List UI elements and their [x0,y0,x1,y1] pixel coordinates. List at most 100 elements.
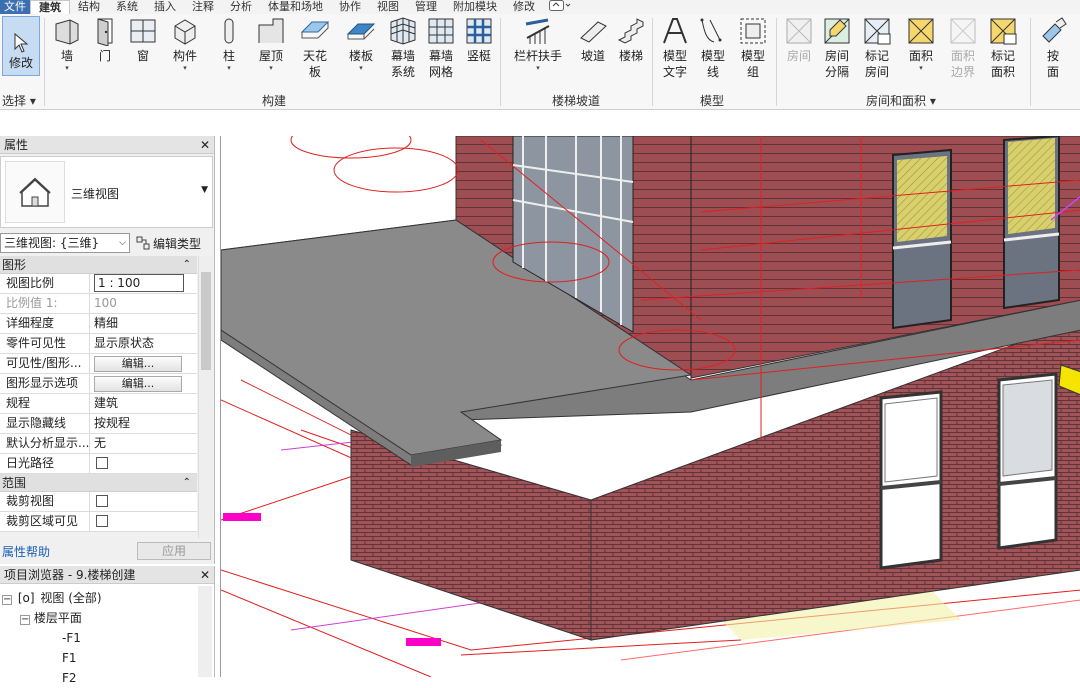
model-group-button[interactable]: 模型 组 [738,16,768,80]
ceiling-button[interactable]: 天花板 [298,16,332,80]
group-extents[interactable]: 范围 ⌃ [0,474,197,492]
tree-node-views[interactable]: − [o] 视图 (全部) [0,588,198,608]
roof-button[interactable]: 屋顶 ▾ [256,16,286,72]
panel-select-title[interactable]: 选择 ▾ [2,92,36,109]
browser-scrollbar[interactable] [198,586,212,677]
door-button[interactable]: 门 [90,16,120,64]
separator [44,18,45,106]
menu-analyze[interactable]: 分析 [222,0,260,14]
room-button[interactable]: 房间 [784,16,814,64]
menu-view[interactable]: 视图 [369,0,407,14]
area-button[interactable]: 面积 ▾ [906,16,936,72]
checkbox[interactable] [96,457,108,469]
scroll-thumb[interactable] [201,272,211,370]
chevron-down-icon[interactable]: ▼ [201,185,208,195]
tree-node-level[interactable]: F2 [0,668,198,688]
wall-button[interactable]: 墙 ▾ [52,16,82,72]
separator [776,18,777,106]
by-face-button[interactable]: 按 面 [1038,16,1068,80]
modify-button[interactable]: 修改 [2,16,40,76]
property-row[interactable]: 详细程度 精细 [0,314,197,334]
property-value[interactable]: 编辑... [90,374,197,393]
property-row[interactable]: 默认分析显示... 无 [0,434,197,454]
panel-room-title[interactable]: 房间和面积 ▾ [866,92,936,109]
edit-button[interactable]: 编辑... [94,376,182,392]
property-row: 比例值 1: 100 [0,294,197,314]
close-icon[interactable]: ✕ [200,138,210,152]
group-extents-label: 范围 [2,476,27,490]
curtain-system-button[interactable]: 幕墙 系统 [388,16,418,80]
column-button[interactable]: 柱 ▾ [214,16,244,72]
ribbon-toggle-icon[interactable] [543,0,577,14]
property-key: 裁剪区域可见 [0,512,90,531]
properties-help-link[interactable]: 属性帮助 [2,543,50,560]
mullion-button[interactable]: 竖梃 [464,16,494,64]
tree-node-floor-plans[interactable]: − 楼层平面 [0,608,198,628]
menu-insert[interactable]: 插入 [146,0,184,14]
tree-node-level[interactable]: F1 [0,648,198,668]
tree-node-label: 楼层平面 [33,611,82,625]
property-value[interactable]: 编辑... [90,354,197,373]
3d-viewport[interactable] [220,136,1080,677]
tag-area-button[interactable]: 标记 面积 [988,16,1018,80]
property-row[interactable]: 图形显示选项 编辑... [0,374,197,394]
property-row[interactable]: 显示隐藏线 按规程 [0,414,197,434]
property-row[interactable]: 规程 建筑 [0,394,197,414]
collapse-icon[interactable]: − [20,615,30,625]
collapse-icon[interactable]: − [2,595,12,605]
menu-structure[interactable]: 结构 [70,0,108,14]
door-label: 门 [98,49,111,63]
properties-scrollbar[interactable] [198,256,212,538]
railing-label: 栏杆扶手 [514,49,563,63]
menu-collaborate[interactable]: 协作 [331,0,369,14]
group-graphics[interactable]: 图形 ⌃ [0,256,197,274]
menu-addins[interactable]: 附加模块 [445,0,505,14]
window-button[interactable]: 窗 [128,16,158,64]
property-value[interactable] [90,512,197,531]
menu-file[interactable]: 文件 [0,0,30,14]
property-value[interactable] [90,454,197,473]
edit-type-label: 编辑类型 [153,236,202,251]
property-key: 裁剪视图 [0,492,90,511]
property-row[interactable]: 裁剪区域可见 [0,512,197,532]
property-row[interactable]: 可见性/图形... 编辑... [0,354,197,374]
view-scale-input[interactable]: 1 : 100 [94,274,184,292]
close-icon[interactable]: ✕ [200,568,210,582]
tree-node-level[interactable]: -F1 [0,628,198,648]
model-text-button[interactable]: 模型 文字 [660,16,690,80]
component-button[interactable]: 构件 ▾ [170,16,200,72]
property-value[interactable] [90,492,197,511]
property-row[interactable]: 零件可见性 显示原状态 [0,334,197,354]
browser-tree: − [o] 视图 (全部) − 楼层平面 -F1 F1 F2 [0,588,198,688]
property-row[interactable]: 视图比例 1 : 100 [0,274,197,294]
tag-room-button[interactable]: 标记 房间 [862,16,892,80]
property-row[interactable]: 日光路径 [0,454,197,474]
menu-annotate[interactable]: 注释 [184,0,222,14]
property-value[interactable]: 1 : 100 [90,274,197,293]
room-separator-button[interactable]: 房间 分隔 [822,16,852,80]
floor-button[interactable]: 楼板 ▾ [346,16,376,72]
separator [1030,18,1031,106]
component-label: 构件 [172,49,197,63]
instance-filter-select[interactable]: 三维视图: {三维} ⌵ [0,233,130,253]
checkbox[interactable] [96,495,108,507]
menu-systems[interactable]: 系统 [108,0,146,14]
model-line-button[interactable]: 模型 线 [698,16,728,80]
railing-button[interactable]: 栏杆扶手 ▾ [514,16,562,72]
menu-modify[interactable]: 修改 [505,0,543,14]
property-key: 默认分析显示... [0,434,90,453]
edit-button[interactable]: 编辑... [94,356,182,372]
ramp-button[interactable]: 坡道 [578,16,608,64]
apply-button[interactable]: 应用 [137,542,211,560]
property-row[interactable]: 裁剪视图 [0,492,197,512]
stair-button[interactable]: 楼梯 [616,16,646,64]
panel-model-title: 模型 [700,94,725,108]
menu-manage[interactable]: 管理 [407,0,445,14]
type-selector[interactable]: 三维视图 ▼ [0,156,213,228]
menu-architecture[interactable]: 建筑 [30,0,70,14]
curtain-grid-button[interactable]: 幕墙 网格 [426,16,456,80]
area-boundary-button[interactable]: 面积 边界 [948,16,978,80]
edit-type-button[interactable]: 编辑类型 [136,235,201,252]
menu-massing-site[interactable]: 体量和场地 [260,0,331,14]
checkbox[interactable] [96,515,108,527]
